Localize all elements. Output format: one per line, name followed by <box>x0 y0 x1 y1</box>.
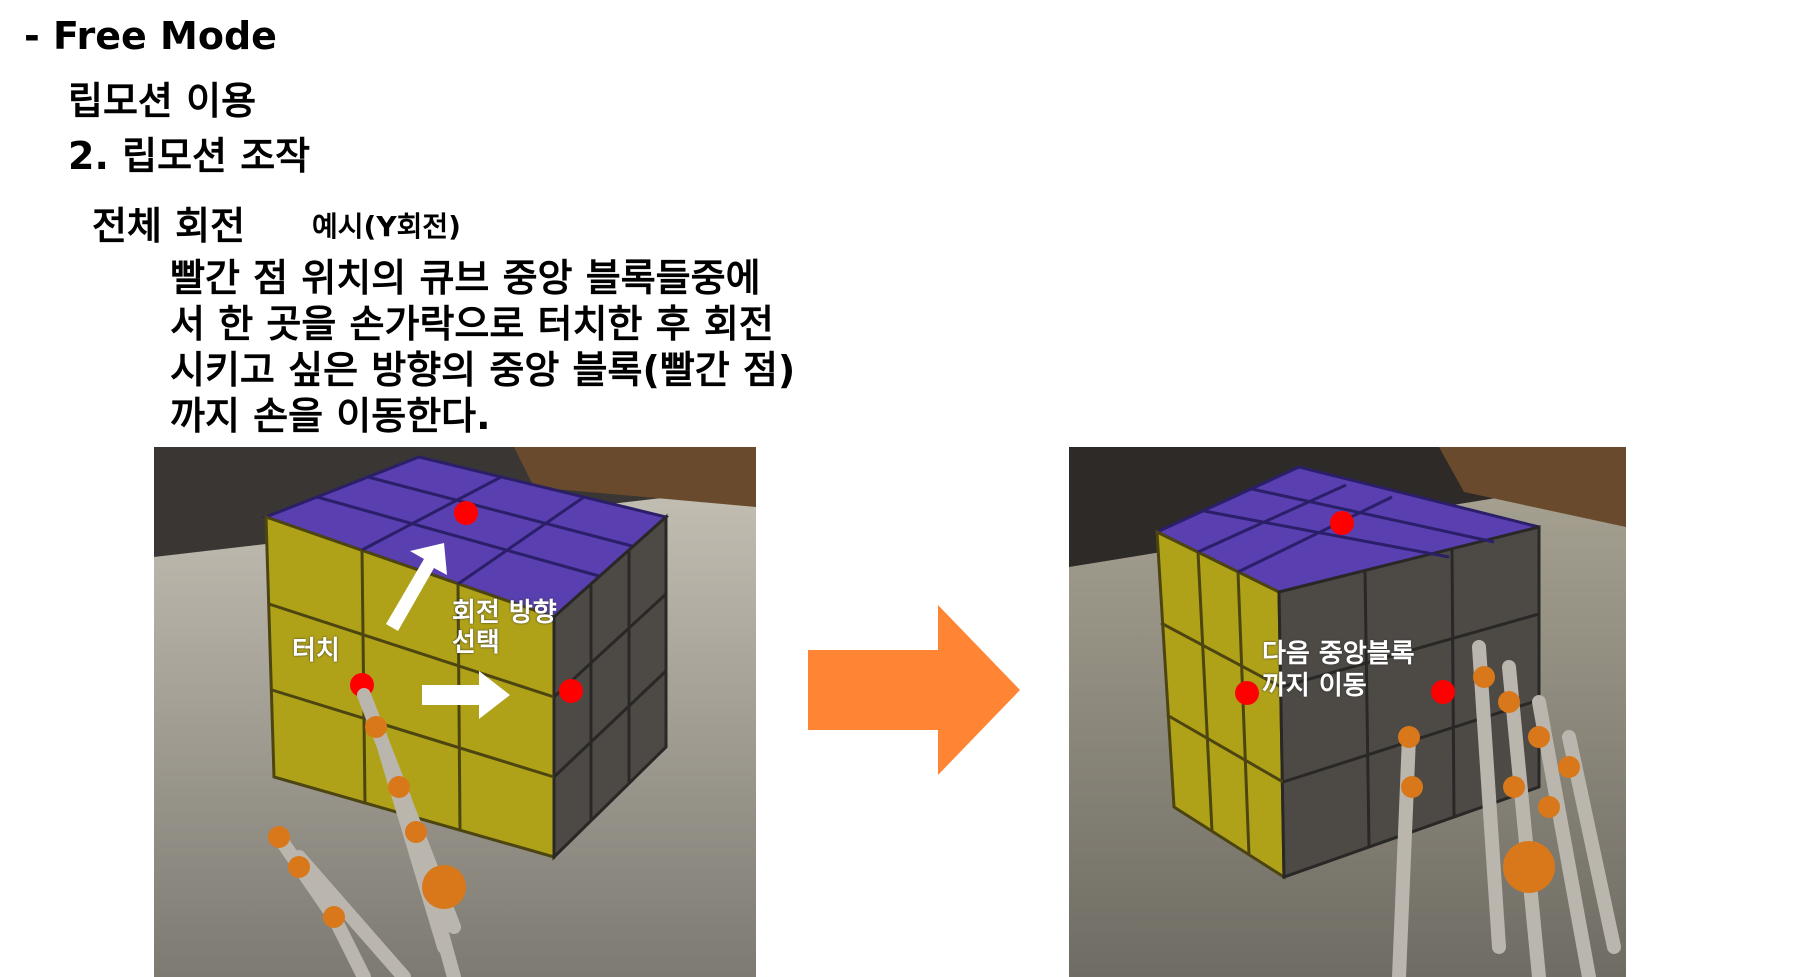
section-title: 2. 립모션 조작 <box>68 134 311 178</box>
example-label: 예시(Y회전) <box>312 210 461 243</box>
instruction-paragraph: 빨간 점 위치의 큐브 중앙 블록들중에 서 한 곳을 손가락으로 터치한 후 … <box>170 255 795 439</box>
next-step-arrow-icon <box>808 605 1020 775</box>
direction-label-line2: 선택 <box>452 628 500 658</box>
move-label-line1: 다음 중앙블록 <box>1262 639 1415 669</box>
subtitle: 립모션 이용 <box>68 79 257 123</box>
move-label-line2: 까지 이동 <box>1262 671 1367 701</box>
red-marker-right <box>1431 680 1455 704</box>
instruction-line-1: 빨간 점 위치의 큐브 중앙 블록들중에 <box>170 256 761 300</box>
mode-title: - Free Mode <box>24 14 277 58</box>
instruction-line-3: 시키고 싶은 방향의 중앙 블록(빨간 점) <box>170 348 796 392</box>
topic-title: 전체 회전 <box>92 204 246 248</box>
touch-label: 터치 <box>292 636 340 666</box>
instruction-line-4: 까지 손을 이동한다. <box>170 394 491 438</box>
after-image: 다음 중앙블록 까지 이동 <box>1069 447 1626 977</box>
cube-scene-before <box>154 447 756 977</box>
direction-label-line1: 회전 방향 <box>452 598 557 628</box>
red-marker-front <box>1235 681 1259 705</box>
red-marker-top <box>1330 511 1354 535</box>
red-marker-top <box>454 501 478 525</box>
cube-scene-after <box>1069 447 1626 977</box>
instruction-line-2: 서 한 곳을 손가락으로 터치한 후 회전 <box>170 302 774 346</box>
before-image: 터치 회전 방향 선택 <box>154 447 756 977</box>
red-marker-right <box>559 679 583 703</box>
